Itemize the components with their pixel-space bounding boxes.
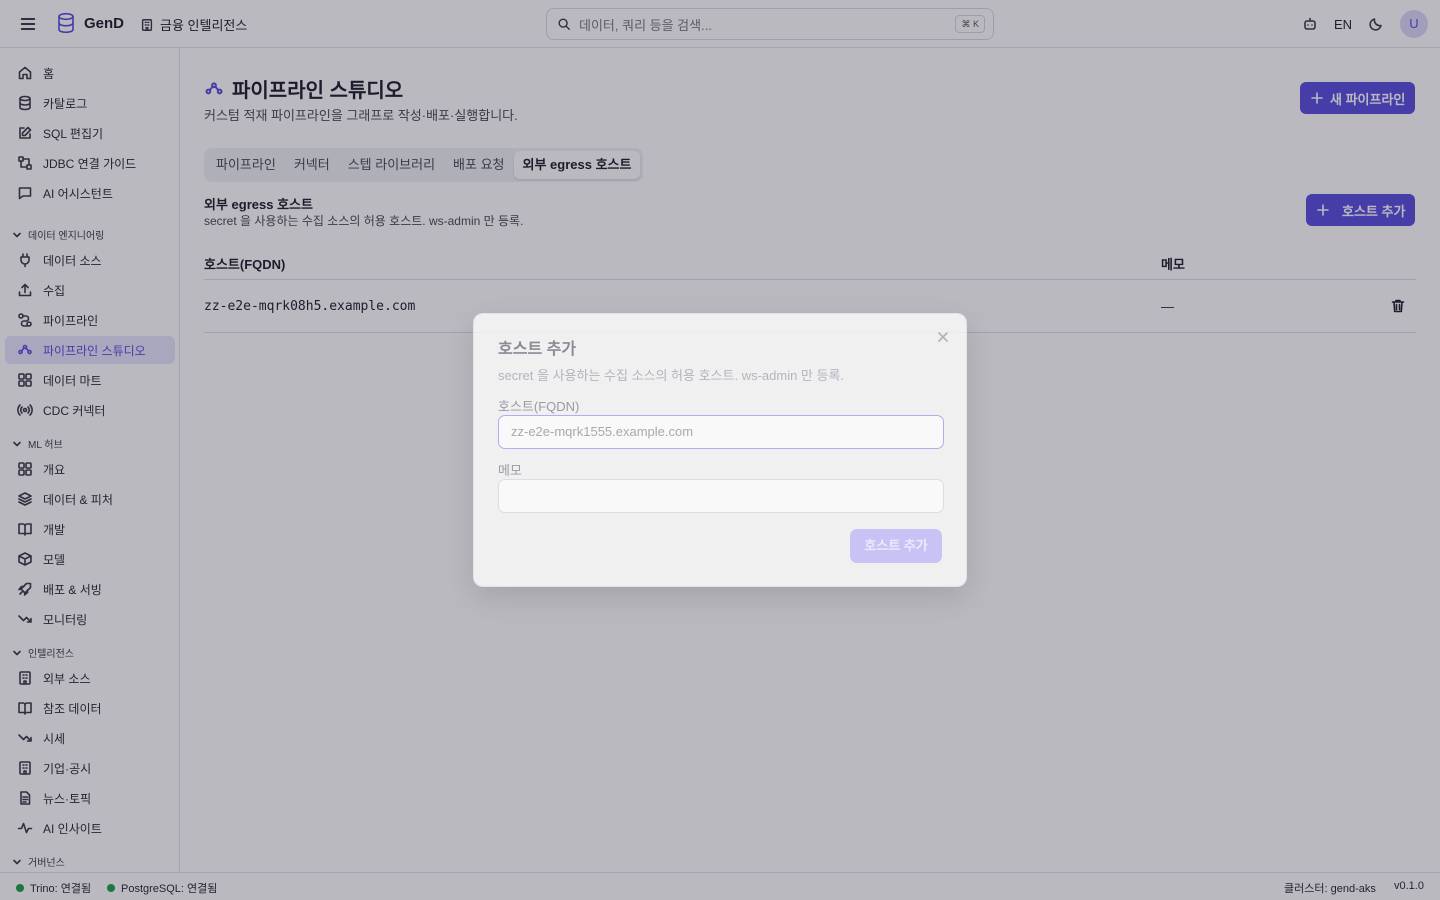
dialog-subtitle: secret 을 사용하는 수집 소스의 허용 호스트. ws-admin 만 …	[498, 368, 845, 383]
add-host-dialog: 호스트 추가 secret 을 사용하는 수집 소스의 허용 호스트. ws-a…	[473, 313, 967, 587]
host-label: 호스트(FQDN)	[498, 399, 580, 414]
host-field[interactable]: zz-e2e-mqrk1555.example.com	[498, 415, 944, 449]
memo-field[interactable]	[498, 479, 944, 513]
dialog-title: 호스트 추가	[498, 341, 577, 358]
memo-label: 메모	[498, 463, 522, 478]
close-button[interactable]	[936, 330, 950, 344]
host-placeholder: zz-e2e-mqrk1555.example.com	[511, 424, 694, 439]
close-icon	[936, 330, 950, 344]
submit-host-button[interactable]: 호스트 추가	[850, 529, 942, 563]
